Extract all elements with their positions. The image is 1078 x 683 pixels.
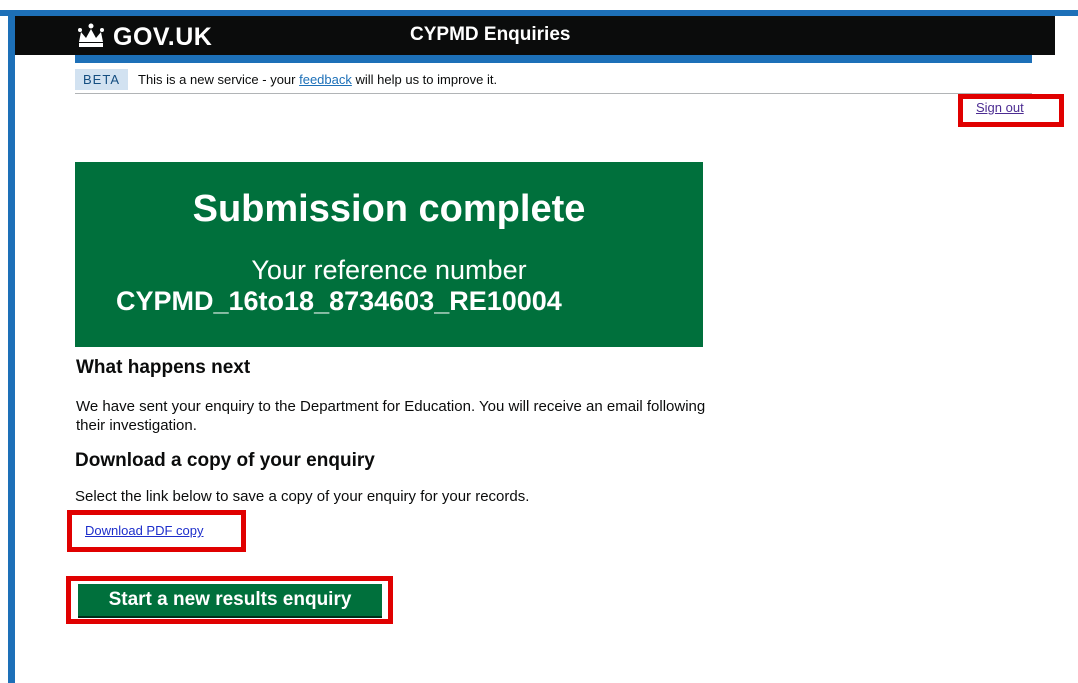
window-frame-left xyxy=(8,10,15,683)
govuk-logo-link[interactable]: GOV.UK xyxy=(75,21,212,54)
sign-out-link[interactable]: Sign out xyxy=(976,100,1024,115)
download-pdf-link[interactable]: Download PDF copy xyxy=(85,523,204,538)
panel-body: Your reference number xyxy=(251,255,527,285)
phase-banner: BETA This is a new service - your feedba… xyxy=(75,66,1032,94)
start-new-enquiry-button[interactable]: Start a new results enquiry xyxy=(78,584,382,616)
reference-number: CYPMD_16to18_8734603_RE10004 xyxy=(116,286,562,316)
download-heading: Download a copy of your enquiry xyxy=(75,450,375,471)
service-name-link[interactable]: CYPMD Enquiries xyxy=(410,24,570,46)
crown-icon xyxy=(75,21,107,54)
confirmation-panel: Submission complete Your reference numbe… xyxy=(75,162,703,347)
phase-banner-text: This is a new service - your feedback wi… xyxy=(138,72,497,87)
beta-tag: BETA xyxy=(75,69,128,90)
header-blue-bar xyxy=(75,55,1032,63)
what-happens-next-text: We have sent your enquiry to the Departm… xyxy=(76,398,706,434)
govuk-header: GOV.UK CYPMD Enquiries xyxy=(15,16,1055,55)
what-happens-next-heading: What happens next xyxy=(76,357,251,378)
phase-text-before: This is a new service - your xyxy=(138,72,300,87)
panel-title: Submission complete xyxy=(192,188,586,230)
feedback-link[interactable]: feedback xyxy=(299,72,352,87)
phase-text-after: will help us to improve it. xyxy=(351,72,498,87)
logo-text: GOV.UK xyxy=(113,23,213,51)
download-text: Select the link below to save a copy of … xyxy=(75,488,530,505)
